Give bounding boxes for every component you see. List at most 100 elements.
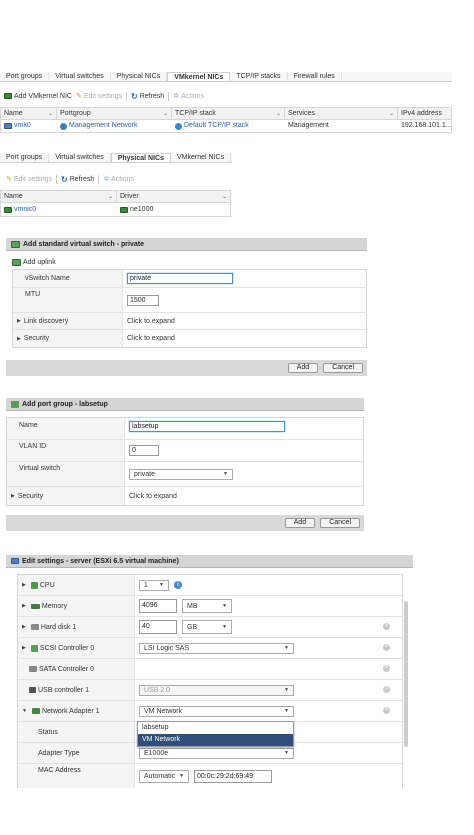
hw-row-scsi: ▶ SCSI Controller 0 LSI Logic SAS ▼ — [18, 638, 402, 659]
col-name[interactable]: Name ⌄ — [1, 191, 117, 202]
actions-button[interactable]: ✲ Actions — [103, 175, 134, 184]
vlan-id-input[interactable]: 0 — [129, 445, 159, 456]
dialog-title: Add port group - labsetup — [22, 400, 108, 408]
remove-sata-icon[interactable]: × — [383, 665, 390, 672]
status-label: Status — [18, 722, 135, 742]
vmk-tab-bar: Port groups Virtual switches Physical NI… — [0, 72, 452, 82]
network-adapter-label[interactable]: ▼ Network Adapter 1 — [18, 701, 135, 721]
tcpip-stack-icon — [175, 122, 182, 130]
network-adapter-icon — [31, 708, 40, 714]
memory-unit-value: MB — [187, 602, 198, 610]
mac-address-input[interactable]: 00:0c:29:2d:69:49 — [194, 769, 272, 783]
dropdown-arrow-icon: ▼ — [284, 645, 289, 651]
hard-disk-unit-select[interactable]: GB ▼ — [182, 620, 232, 634]
col-services[interactable]: Services ⌄ — [285, 108, 398, 119]
vmk-name-link[interactable]: vmk0 — [14, 120, 31, 132]
remove-scsi-icon[interactable]: × — [383, 644, 390, 651]
vswitch-name-input[interactable]: private — [127, 273, 233, 284]
pnic-tab-bar: Port groups Virtual switches Physical NI… — [0, 153, 232, 163]
expand-arrow-icon: ▶ — [22, 603, 26, 609]
memory-unit-select[interactable]: MB ▼ — [182, 599, 232, 613]
virtual-switch-select[interactable]: private ▼ — [129, 468, 233, 480]
mtu-input[interactable]: 1500 — [127, 294, 159, 306]
form-row-link-discovery[interactable]: ▶ Link discovery Click to expand — [13, 313, 366, 330]
vswitch-select-value: private — [134, 470, 156, 478]
form-row-vswitch: Virtual switch private ▼ — [7, 462, 363, 487]
pnic-table: Name ⌄ Driver ⌄ vmnic0 ne1000 — [0, 190, 231, 217]
scrollbar[interactable] — [404, 601, 408, 747]
remove-usb-icon[interactable]: × — [383, 686, 390, 693]
hard-disk-label[interactable]: ▶ Hard disk 1 — [18, 617, 135, 637]
usb-cell: USB 2.0 ▼ — [135, 680, 294, 700]
chevron-down-icon: ⌄ — [275, 110, 281, 117]
hard-disk-size-input[interactable]: 40 — [139, 620, 177, 634]
cpu-label[interactable]: ▶ CPU — [18, 575, 135, 595]
form-row-security[interactable]: ▶ Security Click to expand — [7, 487, 363, 505]
mac-mode-select[interactable]: Automatic ▼ — [139, 769, 189, 783]
col-driver[interactable]: Driver ⌄ — [117, 191, 230, 202]
col-portgroup[interactable]: Portgroup ⌄ — [57, 108, 172, 119]
add-button[interactable]: Add — [287, 363, 319, 373]
actions-button[interactable]: ✲ Actions — [173, 92, 204, 101]
dropdown-arrow-icon: ▼ — [179, 773, 184, 779]
add-button[interactable]: Add — [284, 518, 316, 528]
dropdown-arrow-icon: ▼ — [223, 471, 228, 477]
remove-network-adapter-icon[interactable]: × — [383, 707, 390, 714]
tab-port-groups[interactable]: Port groups — [0, 72, 50, 81]
network-option-vm-network[interactable]: VM Network — [138, 734, 293, 746]
edit-settings-button[interactable]: ✎ Edit settings — [76, 92, 122, 101]
tab-virtual-switches[interactable]: Virtual switches — [49, 153, 111, 162]
adapter-type-select[interactable]: E1000e ▼ — [139, 747, 294, 759]
chevron-down-icon: ⌄ — [47, 110, 53, 117]
tab-vmkernel-nics[interactable]: VMkernel NICs — [167, 72, 231, 81]
edit-settings-button[interactable]: ✎ Edit settings — [6, 175, 52, 184]
tab-vmkernel-nics[interactable]: VMkernel NICs — [171, 153, 232, 162]
vmnic-name-link[interactable]: vmnic0 — [14, 204, 36, 216]
security-value[interactable]: Click to expand — [123, 330, 175, 347]
table-row[interactable]: vmk0 Management Network Default TCP/IP s… — [1, 120, 451, 132]
usb-type-select[interactable]: USB 2.0 ▼ — [139, 684, 294, 696]
refresh-button[interactable]: ↻ Refresh — [61, 175, 94, 184]
cancel-button[interactable]: Cancel — [323, 363, 363, 373]
portgroup-link[interactable]: Management Network — [69, 120, 137, 132]
cancel-button[interactable]: Cancel — [320, 518, 360, 528]
tab-tcpip-stacks[interactable]: TCP/IP stacks — [230, 72, 288, 81]
dropdown-arrow-icon: ▼ — [222, 603, 227, 609]
tab-virtual-switches[interactable]: Virtual switches — [49, 72, 111, 81]
tab-port-groups[interactable]: Port groups — [0, 153, 50, 162]
remove-hard-disk-icon[interactable]: × — [383, 623, 390, 630]
form-row-vlan: VLAN ID 0 — [7, 440, 363, 462]
tcpip-stack-link[interactable]: Default TCP/IP stack — [184, 120, 249, 132]
refresh-button[interactable]: ↻ Refresh — [131, 92, 164, 101]
scsi-label[interactable]: ▶ SCSI Controller 0 — [18, 638, 135, 658]
tab-firewall-rules[interactable]: Firewall rules — [288, 72, 342, 81]
usb-select-value: USB 2.0 — [144, 686, 171, 694]
add-uplink-button[interactable]: Add uplink — [12, 259, 367, 266]
hw-row-hard-disk: ▶ Hard disk 1 40 GB ▼ — [18, 617, 402, 638]
table-row[interactable]: vmnic0 ne1000 — [1, 203, 230, 216]
tab-physical-nics[interactable]: Physical NICs — [111, 72, 168, 81]
scsi-type-select[interactable]: LSI Logic SAS ▼ — [139, 642, 294, 654]
add-vmkernel-nic-button[interactable]: Add VMkernel NIC — [4, 93, 72, 100]
memory-label[interactable]: ▶ Memory — [18, 596, 135, 616]
form-row-security[interactable]: ▶ Security Click to expand — [13, 330, 366, 347]
cpu-select[interactable]: 1 ▼ — [139, 579, 169, 591]
gear-icon: ✲ — [173, 93, 180, 100]
info-icon[interactable]: i — [174, 581, 182, 589]
pg-name-input[interactable]: labsetup — [129, 421, 285, 432]
link-discovery-value[interactable]: Click to expand — [123, 313, 175, 329]
network-option-labsetup[interactable]: labsetup — [138, 722, 293, 734]
network-select[interactable]: VM Network ▼ — [139, 705, 294, 717]
col-tcpip-stack[interactable]: TCP/IP stack ⌄ — [172, 108, 285, 119]
mac-cell: Automatic ▼ 00:0c:29:2d:69:49 — [135, 764, 272, 788]
vmkernel-nic-icon — [4, 123, 12, 129]
memory-text: Memory — [41, 602, 68, 610]
security-value[interactable]: Click to expand — [125, 487, 177, 505]
cell-name: vmnic0 — [1, 203, 117, 216]
col-ipv4[interactable]: IPv4 address — [398, 108, 451, 119]
network-adapter-cell: VM Network ▼ — [135, 701, 294, 721]
refresh-icon: ↻ — [61, 174, 68, 184]
memory-input[interactable]: 4096 — [139, 599, 177, 613]
col-name[interactable]: Name ⌄ — [1, 108, 57, 119]
tab-physical-nics[interactable]: Physical NICs — [110, 153, 172, 162]
